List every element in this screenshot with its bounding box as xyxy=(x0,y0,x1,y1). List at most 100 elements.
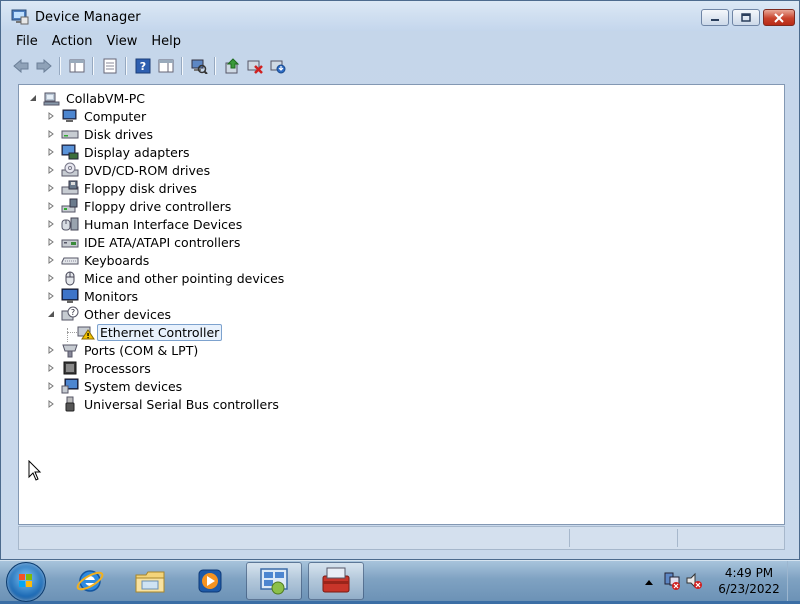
expand-triangle-icon[interactable] xyxy=(45,200,57,212)
status-bar-divider xyxy=(677,529,678,547)
start-button[interactable] xyxy=(6,562,46,602)
taskbar-control-panel[interactable] xyxy=(246,562,302,600)
show-hide-action-pane-button[interactable] xyxy=(154,55,177,77)
device-tree-pane[interactable]: CollabVM-PC Computer Disk drives Display… xyxy=(18,84,785,525)
expand-triangle-icon[interactable] xyxy=(45,218,57,230)
media-player-icon xyxy=(198,569,222,593)
network-tray-icon[interactable] xyxy=(662,571,682,594)
expand-triangle-icon[interactable] xyxy=(45,290,57,302)
device-manager-window: Device Manager File Action View Help ? C… xyxy=(0,0,800,560)
close-icon xyxy=(774,12,784,23)
taskbar-windows-explorer[interactable] xyxy=(122,562,178,600)
svg-text:?: ? xyxy=(139,60,145,73)
forward-button[interactable] xyxy=(32,55,55,77)
maximize-icon xyxy=(741,13,751,22)
collapse-triangle-icon[interactable] xyxy=(27,92,39,104)
expand-triangle-icon[interactable] xyxy=(45,164,57,176)
help-button[interactable]: ? xyxy=(131,55,154,77)
monitor-icon xyxy=(61,288,79,304)
back-button[interactable] xyxy=(9,55,32,77)
disable-device-button[interactable] xyxy=(243,55,266,77)
expand-triangle-icon[interactable] xyxy=(45,344,57,356)
properties-icon xyxy=(103,58,116,74)
tree-item-system-devices[interactable]: System devices xyxy=(45,377,185,395)
clock-time: 4:49 PM xyxy=(724,566,774,580)
tree-item-floppy-drive-controllers[interactable]: Floppy drive controllers xyxy=(45,197,234,215)
tree-item-ports[interactable]: Ports (COM & LPT) xyxy=(45,341,201,359)
mouse-icon xyxy=(61,270,79,286)
collapse-triangle-icon[interactable] xyxy=(45,308,57,320)
svg-text:?: ? xyxy=(71,308,75,317)
toolbar-separator xyxy=(92,57,94,75)
tree-item-ethernet-controller[interactable]: Ethernet Controller xyxy=(65,323,223,341)
status-bar-divider xyxy=(569,529,570,547)
tree-item-disk-drives[interactable]: Disk drives xyxy=(45,125,156,143)
menu-file[interactable]: File xyxy=(9,32,45,52)
hid-icon xyxy=(61,216,79,232)
expand-triangle-icon[interactable] xyxy=(45,362,57,374)
tree-item-monitors[interactable]: Monitors xyxy=(45,287,141,305)
scan-hardware-changes-button[interactable] xyxy=(187,55,210,77)
menu-help[interactable]: Help xyxy=(144,32,188,52)
status-bar xyxy=(18,526,785,550)
expand-triangle-icon[interactable] xyxy=(45,146,57,158)
expand-triangle-icon[interactable] xyxy=(45,236,57,248)
tree-item-mice[interactable]: Mice and other pointing devices xyxy=(45,269,287,287)
expand-triangle-icon[interactable] xyxy=(45,272,57,284)
keyboard-icon xyxy=(61,252,79,268)
tree-item-label: Universal Serial Bus controllers xyxy=(84,396,279,412)
expand-triangle-icon[interactable] xyxy=(45,254,57,266)
tree-item-label: Other devices xyxy=(84,306,172,322)
tree-item-usb-controllers[interactable]: Universal Serial Bus controllers xyxy=(45,395,282,413)
show-desktop-button[interactable] xyxy=(787,561,800,601)
tree-root-row[interactable]: CollabVM-PC xyxy=(27,89,148,107)
expand-triangle-icon[interactable] xyxy=(45,128,57,140)
expand-triangle-icon[interactable] xyxy=(45,182,57,194)
speaker-muted-icon xyxy=(686,572,702,589)
expand-triangle-icon[interactable] xyxy=(45,110,57,122)
back-arrow-icon xyxy=(12,59,28,73)
mouse-pointer-icon xyxy=(28,459,42,485)
maximize-button[interactable] xyxy=(732,9,760,26)
tree-item-other-devices[interactable]: ? Other devices xyxy=(45,305,174,323)
clock[interactable]: 4:49 PM 6/23/2022 xyxy=(714,565,784,597)
properties-button[interactable] xyxy=(98,55,121,77)
tree-item-floppy-disk-drives[interactable]: Floppy disk drives xyxy=(45,179,200,197)
tree-item-human-interface-devices[interactable]: Human Interface Devices xyxy=(45,215,245,233)
minimize-button[interactable] xyxy=(701,9,729,26)
tree-item-computer[interactable]: Computer xyxy=(45,107,149,125)
menu-view[interactable]: View xyxy=(99,32,144,52)
control-panel-icon xyxy=(260,568,288,595)
system-devices-icon xyxy=(61,378,79,394)
minimize-icon xyxy=(711,18,719,21)
tree-item-label: Floppy drive controllers xyxy=(84,198,232,214)
tree-item-label: Processors xyxy=(84,360,151,376)
tree-item-keyboards[interactable]: Keyboards xyxy=(45,251,152,269)
toolbar: ? xyxy=(9,54,793,78)
floppy-controller-icon xyxy=(61,198,79,214)
floppy-drive-icon xyxy=(61,180,79,196)
tree-item-ide-ata-atapi-controllers[interactable]: IDE ATA/ATAPI controllers xyxy=(45,233,243,251)
expand-triangle-icon[interactable] xyxy=(45,398,57,410)
taskbar: 4:49 PM 6/23/2022 xyxy=(0,560,800,602)
toolbar-separator xyxy=(125,57,127,75)
uninstall-device-button[interactable] xyxy=(266,55,289,77)
expand-triangle-icon[interactable] xyxy=(45,380,57,392)
show-hidden-icons-button[interactable] xyxy=(644,575,654,589)
toolbar-separator xyxy=(59,57,61,75)
show-hide-console-tree-button[interactable] xyxy=(65,55,88,77)
taskbar-device-manager[interactable] xyxy=(308,562,364,600)
title-bar[interactable]: Device Manager xyxy=(1,1,799,31)
tree-item-processors[interactable]: Processors xyxy=(45,359,154,377)
tree-item-display-adapters[interactable]: Display adapters xyxy=(45,143,192,161)
close-button[interactable] xyxy=(763,9,795,26)
disk-drive-icon xyxy=(61,126,79,142)
tree-item-label-selected: Ethernet Controller xyxy=(97,323,223,341)
menu-action[interactable]: Action xyxy=(45,32,100,52)
taskbar-media-player[interactable] xyxy=(182,562,238,600)
volume-tray-icon[interactable] xyxy=(684,571,704,594)
tree-item-dvd-cd-rom-drives[interactable]: DVD/CD-ROM drives xyxy=(45,161,213,179)
update-driver-button[interactable] xyxy=(220,55,243,77)
taskbar-internet-explorer[interactable] xyxy=(62,562,118,600)
computer-icon xyxy=(61,108,79,124)
